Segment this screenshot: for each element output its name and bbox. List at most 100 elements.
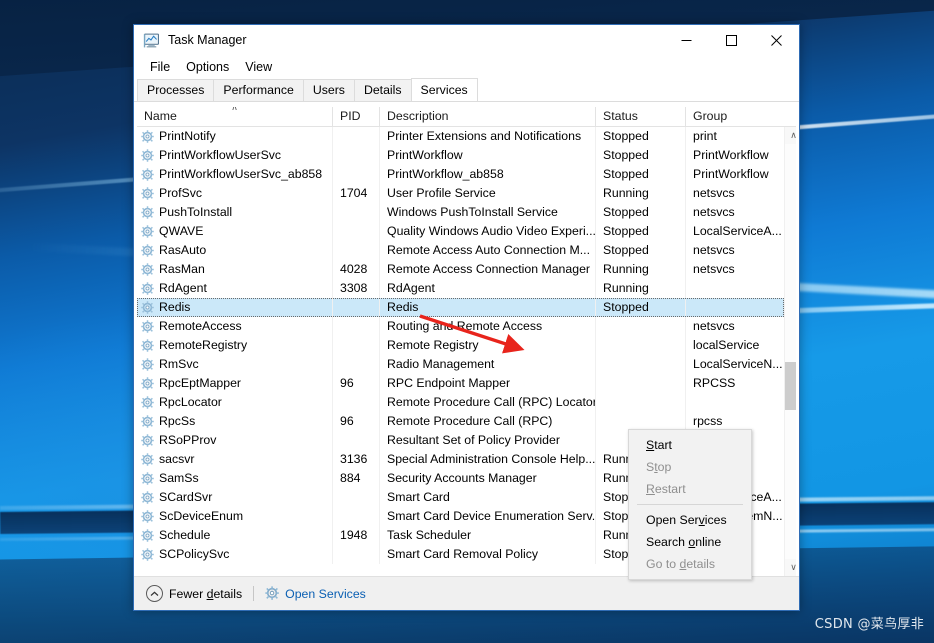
- tab-processes[interactable]: Processes: [137, 79, 215, 101]
- service-gear-icon: [141, 205, 154, 219]
- service-name-label: SamSs: [159, 471, 199, 485]
- cell-status: Stopped: [596, 222, 686, 241]
- table-row[interactable]: RpcLocator Remote Procedure Call (RPC) Lo…: [137, 393, 784, 412]
- table-row[interactable]: QWAVE Quality Windows Audio Video Experi.…: [137, 222, 784, 241]
- services-gear-icon: [265, 586, 280, 600]
- menu-file[interactable]: File: [142, 58, 178, 76]
- service-gear-icon: [141, 338, 154, 352]
- cell-status: [596, 374, 686, 393]
- column-header-pid[interactable]: PID: [333, 107, 380, 126]
- service-name-label: PrintWorkflowUserSvc_ab858: [159, 167, 323, 181]
- cell-name: RasMan: [137, 260, 333, 279]
- title-bar[interactable]: Task Manager: [134, 25, 799, 55]
- cell-pid: [333, 355, 380, 374]
- table-row[interactable]: PushToInstall Windows PushToInstall Servi…: [137, 203, 784, 222]
- vertical-scrollbar[interactable]: ∧ ∨: [784, 127, 796, 576]
- service-gear-icon: [141, 452, 154, 466]
- scroll-up-arrow[interactable]: ∧: [785, 127, 796, 144]
- scrollbar-thumb[interactable]: [785, 362, 796, 410]
- close-button[interactable]: [754, 25, 799, 55]
- table-row[interactable]: RpcEptMapper 96 RPC Endpoint Mapper RPCSS: [137, 374, 784, 393]
- service-gear-icon: [141, 433, 154, 447]
- minimize-button[interactable]: [664, 25, 709, 55]
- cell-pid: 3308: [333, 279, 380, 298]
- cell-status: Stopped: [596, 127, 686, 146]
- scrollbar-track[interactable]: [785, 144, 796, 559]
- cell-pid: [333, 298, 380, 317]
- table-row[interactable]: RmSvc Radio Management LocalServiceN...: [137, 355, 784, 374]
- cell-group: localService: [693, 338, 760, 352]
- table-row[interactable]: RasAuto Remote Access Auto Connection M..…: [137, 241, 784, 260]
- service-gear-icon: [141, 509, 154, 523]
- service-name-label: Redis: [159, 300, 191, 314]
- service-gear-icon: [141, 148, 154, 162]
- column-header-status[interactable]: Status: [596, 107, 686, 126]
- cell-description: Routing and Remote Access: [380, 317, 596, 336]
- service-name-label: RasAuto: [159, 243, 207, 257]
- cell-group: [686, 393, 784, 412]
- table-row[interactable]: RasMan 4028 Remote Access Connection Manag…: [137, 260, 784, 279]
- service-gear-icon: [141, 528, 154, 542]
- cell-pid: [333, 507, 380, 526]
- cell-group: LocalServiceA...: [693, 224, 782, 238]
- cell-name: RemoteRegistry: [137, 336, 333, 355]
- cell-pid: [333, 431, 380, 450]
- table-row[interactable]: ProfSvc 1704 User Profile Service Running ne…: [137, 184, 784, 203]
- cell-pid: [333, 165, 380, 184]
- column-header-description[interactable]: Description: [380, 107, 596, 126]
- cell-description: Remote Access Auto Connection M...: [380, 241, 596, 260]
- table-row[interactable]: RdAgent 3308 RdAgent Running: [137, 279, 784, 298]
- menu-view[interactable]: View: [237, 58, 280, 76]
- fewer-details-button[interactable]: Fewer details: [146, 585, 242, 602]
- cell-group: LocalServiceN...: [693, 357, 783, 371]
- context-menu-item-search-online[interactable]: Search online: [629, 531, 751, 553]
- tab-users[interactable]: Users: [302, 79, 355, 101]
- cell-name: RpcLocator: [137, 393, 333, 412]
- menu-options[interactable]: Options: [178, 58, 237, 76]
- table-row[interactable]: PrintWorkflowUserSvc PrintWorkflow Stopped…: [137, 146, 784, 165]
- cell-name: RpcEptMapper: [137, 374, 333, 393]
- cell-description: Task Scheduler: [380, 526, 596, 545]
- cell-pid: 1948: [333, 526, 380, 545]
- cell-pid: [333, 488, 380, 507]
- maximize-button[interactable]: [709, 25, 754, 55]
- service-gear-icon: [141, 167, 154, 181]
- column-header-group[interactable]: Group: [686, 107, 784, 126]
- cell-description: Remote Access Connection Manager: [380, 260, 596, 279]
- scroll-down-arrow[interactable]: ∨: [785, 559, 796, 576]
- context-menu-item-start[interactable]: Start: [629, 434, 751, 456]
- tab-services[interactable]: Services: [410, 78, 478, 101]
- table-row[interactable]: Redis Redis Stopped: [137, 298, 784, 317]
- cell-group: netsvcs: [693, 186, 735, 200]
- cell-status: Stopped: [596, 165, 686, 184]
- cell-status: [596, 317, 686, 336]
- column-header-name[interactable]: Name ∧: [137, 107, 333, 126]
- table-row[interactable]: PrintNotify Printer Extensions and Notifi…: [137, 127, 784, 146]
- tab-details[interactable]: Details: [353, 79, 412, 101]
- table-row[interactable]: PrintWorkflowUserSvc_ab858 PrintWorkflow_…: [137, 165, 784, 184]
- cell-pid: 3136: [333, 450, 380, 469]
- cell-group: netsvcs: [693, 243, 735, 257]
- service-gear-icon: [141, 262, 154, 276]
- service-name-label: ScDeviceEnum: [159, 509, 244, 523]
- chevron-up-icon: [146, 585, 163, 602]
- cell-status: Stopped: [596, 298, 686, 317]
- cell-group: PrintWorkflow: [693, 148, 769, 162]
- open-services-link[interactable]: Open Services: [265, 586, 366, 601]
- context-menu-item-open-services[interactable]: Open Services: [629, 509, 751, 531]
- service-name-label: Schedule: [159, 528, 211, 542]
- service-gear-icon: [141, 357, 154, 371]
- service-gear-icon: [141, 414, 154, 428]
- cell-pid: [333, 203, 380, 222]
- table-row[interactable]: RemoteRegistry Remote Registry localServic…: [137, 336, 784, 355]
- service-name-label: RpcEptMapper: [159, 376, 242, 390]
- table-row[interactable]: RemoteAccess Routing and Remote Access net…: [137, 317, 784, 336]
- service-gear-icon: [141, 300, 154, 314]
- service-gear-icon: [141, 186, 154, 200]
- cell-name: Schedule: [137, 526, 333, 545]
- cell-name: RmSvc: [137, 355, 333, 374]
- cell-description: Quality Windows Audio Video Experi...: [380, 222, 596, 241]
- tab-performance[interactable]: Performance: [213, 79, 304, 101]
- service-name-label: SCPolicySvc: [159, 547, 230, 561]
- context-menu-item-stop: Stop: [646, 460, 672, 474]
